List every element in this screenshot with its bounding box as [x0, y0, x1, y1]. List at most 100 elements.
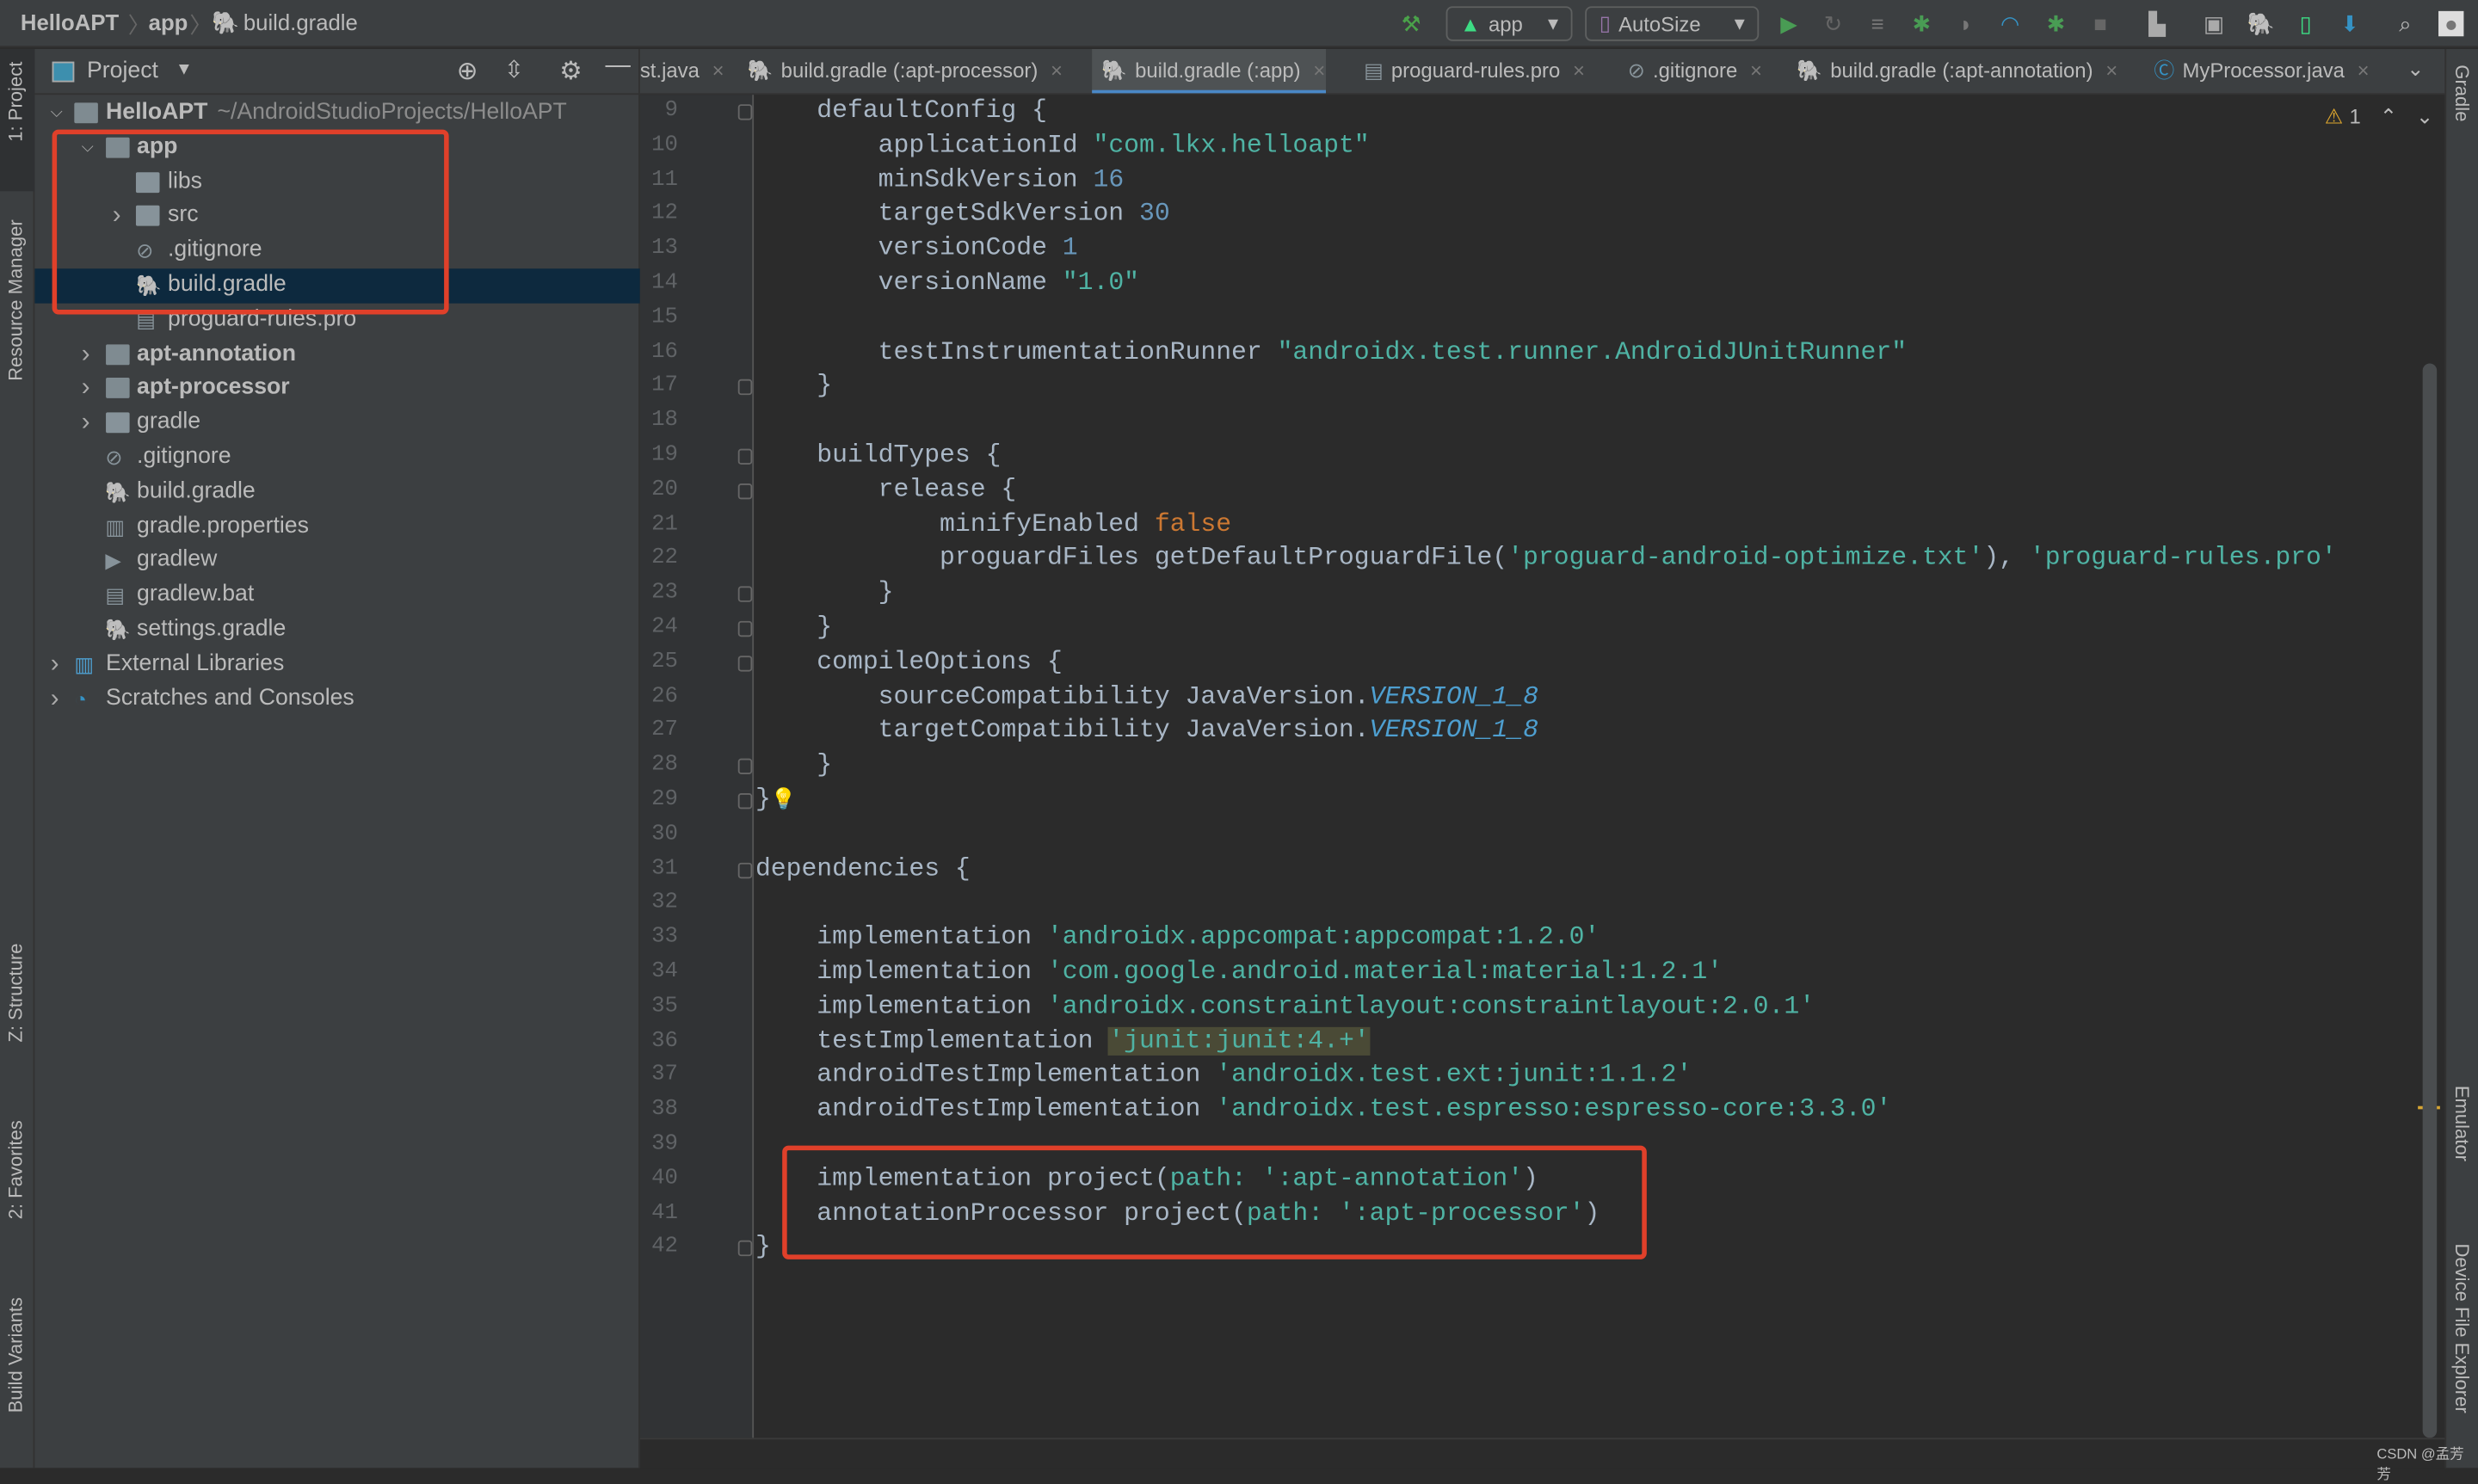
- chevron-down-icon[interactable]: ▼: [176, 60, 193, 79]
- previous-highlight-icon[interactable]: ⌃: [2380, 104, 2397, 129]
- avd-manager-icon[interactable]: ▣: [2202, 11, 2227, 36]
- fold-marker-icon[interactable]: [737, 758, 753, 775]
- tool-window-device-file-explorer[interactable]: Device File Explorer: [2451, 1243, 2474, 1413]
- apply-code-changes-icon[interactable]: ≡: [1865, 11, 1889, 36]
- chevron-right-icon[interactable]: ›: [51, 648, 59, 682]
- device-select[interactable]: ▯ AutoSize ▾: [1585, 6, 1760, 41]
- code-line: defaultConfig {: [755, 95, 1047, 129]
- tab-st-java[interactable]: st.java ×: [639, 49, 724, 93]
- tree-item-external-libraries[interactable]: › ▥ External Libraries: [34, 648, 639, 682]
- debug-icon[interactable]: ✱: [1909, 11, 1934, 36]
- chevron-right-icon[interactable]: ›: [51, 682, 59, 717]
- tree-item-settings-gradle[interactable]: 🐘 settings.gradle: [34, 613, 639, 648]
- code-editor[interactable]: 9 10 11 12 13 14 15 16 17 18 19 20 21 22 23 24 25 26 27 28 2…: [639, 95, 2445, 1438]
- profile-icon[interactable]: ◠: [1998, 11, 2023, 36]
- close-icon[interactable]: ×: [1313, 58, 1325, 83]
- tool-window-gradle[interactable]: Gradle: [2451, 65, 2474, 121]
- sdk-manager-icon[interactable]: ▯: [2293, 11, 2318, 36]
- close-icon[interactable]: ×: [712, 58, 724, 83]
- run-config-label: app: [1488, 11, 1523, 36]
- stop-icon[interactable]: ■: [2087, 11, 2112, 36]
- tab--gitignore[interactable]: ⊘ .gitignore ×: [1618, 49, 1762, 93]
- lightbulb-icon[interactable]: 💡: [771, 789, 797, 813]
- tree-item-helloapt[interactable]: ⌵ HelloAPT ~/AndroidStudioProjects/HelloAP…: [34, 96, 639, 131]
- line-number: 25: [651, 649, 678, 674]
- tree-item-gradle-properties[interactable]: ▥ gradle.properties: [34, 510, 639, 545]
- tab-build-gradle-apt-processor-[interactable]: 🐘 build.gradle (:apt-processor) ×: [738, 49, 1063, 93]
- fold-marker-icon[interactable]: [737, 483, 753, 500]
- search-icon[interactable]: ⌕: [2393, 11, 2418, 36]
- close-icon[interactable]: ×: [1750, 58, 1762, 83]
- chevron-right-icon[interactable]: ›: [82, 406, 90, 440]
- code-token: }: [755, 372, 833, 401]
- tree-item-gradle[interactable]: › gradle: [34, 406, 639, 440]
- tab-proguard-rules-pro[interactable]: ▤ proguard-rules.pro ×: [1354, 49, 1585, 93]
- project-structure-icon[interactable]: ▙: [2144, 11, 2169, 36]
- tab-label: st.java: [639, 58, 700, 83]
- horizontal-scrollbar-area[interactable]: [639, 1438, 2445, 1469]
- line-number: 27: [651, 717, 678, 743]
- attach-debugger-icon[interactable]: ◗: [1953, 11, 1978, 36]
- tree-item-scratches-and-consoles[interactable]: › ◔ Scratches and Consoles: [34, 682, 639, 717]
- tree-item-apt-annotation[interactable]: › apt-annotation: [34, 337, 639, 372]
- chevron-right-icon[interactable]: ›: [82, 372, 90, 406]
- chevron-down-icon[interactable]: ⌵: [51, 96, 63, 131]
- fold-marker-icon[interactable]: [737, 793, 753, 810]
- fold-marker-icon[interactable]: [737, 620, 753, 637]
- gradle-sync-icon[interactable]: 🐘: [2247, 11, 2275, 36]
- tool-window-favorites[interactable]: 2: Favorites: [5, 1120, 28, 1219]
- fold-marker-icon[interactable]: [737, 655, 753, 672]
- user-avatar-icon[interactable]: ●: [2438, 10, 2464, 37]
- chevron-right-icon[interactable]: ›: [82, 337, 90, 372]
- breadcrumb-project[interactable]: HelloAPT: [21, 9, 119, 34]
- run-config-select[interactable]: ▲ app ▾: [1446, 6, 1573, 41]
- tabs-overflow-chevron-icon[interactable]: ⌄: [2407, 57, 2424, 82]
- close-icon[interactable]: ×: [1573, 58, 1585, 83]
- project-view-select[interactable]: Project: [87, 58, 158, 83]
- tree-item-gradlew[interactable]: ▶ gradlew: [34, 545, 639, 579]
- line-number: 16: [651, 339, 678, 365]
- tree-item-label: apt-processor: [137, 375, 290, 401]
- tab-label: build.gradle (:app): [1135, 58, 1301, 83]
- tree-item-apt-processor[interactable]: › apt-processor: [34, 372, 639, 406]
- tab-build-gradle-app-[interactable]: 🐘 build.gradle (:app) ×: [1092, 48, 1326, 94]
- close-icon[interactable]: ×: [2105, 58, 2117, 83]
- attach-process-icon[interactable]: ✱: [2043, 11, 2068, 36]
- fold-marker-icon[interactable]: [737, 862, 753, 878]
- fold-marker-icon[interactable]: [737, 586, 753, 603]
- tool-window-emulator[interactable]: Emulator: [2451, 1086, 2474, 1161]
- vertical-scrollbar[interactable]: [2422, 363, 2438, 1438]
- inspection-widget[interactable]: ⚠ 1 ⌃ ⌄: [2325, 104, 2433, 129]
- code-token: androidTestImplementation: [755, 1095, 1217, 1124]
- tool-window-structure[interactable]: Z: Structure: [5, 944, 28, 1043]
- close-icon[interactable]: ×: [2358, 58, 2370, 83]
- tree-item--gitignore[interactable]: ⊘ .gitignore: [34, 440, 639, 475]
- run-icon[interactable]: ▶: [1776, 11, 1801, 36]
- code-token: 'androidx.constraintlayout:constraintlay…: [1046, 992, 1815, 1021]
- collapse-all-icon[interactable]: ⇳: [504, 55, 524, 83]
- tab-myprocessor-java[interactable]: Ⓒ MyProcessor.java ×: [2144, 49, 2370, 93]
- close-icon[interactable]: ×: [1051, 58, 1063, 83]
- breadcrumb-file[interactable]: build.gradle: [243, 9, 358, 34]
- fold-marker-icon[interactable]: [737, 104, 753, 120]
- chevron-down-icon: ▾: [1734, 10, 1745, 35]
- layout-inspector-icon[interactable]: ⬇: [2337, 11, 2362, 36]
- line-number: 40: [651, 1166, 678, 1192]
- fold-marker-icon[interactable]: [737, 379, 753, 396]
- tree-item-build-gradle[interactable]: 🐘 build.gradle: [34, 475, 639, 509]
- fold-marker-icon[interactable]: [737, 1241, 753, 1257]
- gear-icon[interactable]: ⚙: [559, 55, 582, 87]
- hide-icon[interactable]: —: [605, 52, 630, 81]
- code-token: 'junit:junit:4.+': [1108, 1026, 1370, 1056]
- tool-window-build-variants[interactable]: Build Variants: [5, 1297, 28, 1413]
- breadcrumb-module[interactable]: app: [149, 9, 188, 34]
- tool-window-resource-manager[interactable]: Resource Manager: [5, 219, 28, 380]
- tab-build-gradle-apt-annotation-[interactable]: 🐘 build.gradle (:apt-annotation) ×: [1787, 49, 2117, 93]
- apply-changes-icon[interactable]: ↻: [1821, 11, 1846, 36]
- tree-item-gradlew-bat[interactable]: ▤ gradlew.bat: [34, 579, 639, 613]
- tool-window-project[interactable]: 1: Project: [5, 62, 28, 142]
- next-highlight-icon[interactable]: ⌄: [2416, 104, 2433, 129]
- hammer-build-icon[interactable]: ⚒: [1398, 11, 1423, 36]
- locate-file-icon[interactable]: ⊕: [457, 55, 478, 87]
- fold-marker-icon[interactable]: [737, 448, 753, 465]
